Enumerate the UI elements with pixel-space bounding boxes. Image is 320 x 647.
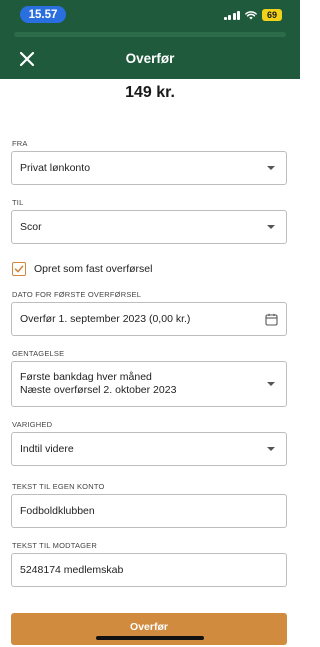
to-account-select[interactable]: Scor: [11, 210, 287, 244]
page-title: Overfør: [125, 51, 175, 66]
status-indicators: 69: [223, 8, 282, 22]
transfer-amount: 149 kr.: [125, 84, 175, 101]
next-transfer-note: Næste overførsel 2. oktober 2023: [20, 384, 177, 396]
duration-value: Indtil videre: [20, 443, 74, 455]
repetition-label: GENTAGELSE: [12, 349, 65, 358]
transfer-submit-button[interactable]: Overfør: [11, 613, 287, 645]
recipient-text-label: TEKST TIL MODTAGER: [12, 541, 98, 550]
recipient-text-input[interactable]: 5248174 medlemskab: [11, 553, 287, 587]
calendar-icon: [265, 313, 278, 326]
checkbox-checked-icon: [12, 262, 26, 276]
header-bar: 15.57 69 Overfør: [0, 0, 300, 79]
cellular-signal-icon: [223, 10, 240, 20]
sheet-handle: [14, 32, 286, 37]
recurring-transfer-checkbox[interactable]: Opret som fast overførsel: [12, 261, 152, 277]
chevron-down-icon: [267, 166, 275, 170]
wifi-icon: [245, 10, 257, 20]
to-label: TIL: [12, 198, 24, 207]
from-account-value: Privat lønkonto: [20, 162, 91, 174]
first-transfer-date-field[interactable]: Overfør 1. september 2023 (0,00 kr.): [11, 302, 287, 336]
recurring-transfer-label: Opret som fast overførsel: [34, 263, 153, 275]
transfer-submit-label: Overfør: [130, 621, 168, 633]
to-account-value: Scor: [20, 221, 42, 233]
home-indicator: [96, 636, 204, 640]
own-account-text-label: TEKST TIL EGEN KONTO: [12, 482, 105, 491]
first-transfer-date-value: Overfør 1. september 2023 (0,00 kr.): [20, 313, 191, 325]
battery-icon: 69: [262, 9, 282, 21]
own-account-text-value: Fodboldklubben: [20, 505, 95, 517]
from-account-select[interactable]: Privat lønkonto: [11, 151, 287, 185]
status-bar: 15.57 69: [0, 0, 300, 28]
duration-label: VARIGHED: [12, 420, 53, 429]
repetition-value: Første bankdag hver måned: [20, 371, 152, 383]
recipient-text-value: 5248174 medlemskab: [20, 564, 124, 576]
transfer-screen: 15.57 69 Overfør 149 kr. FRA Privat lønk…: [0, 0, 300, 647]
status-time: 15.57: [20, 6, 66, 23]
chevron-down-icon: [267, 225, 275, 229]
chevron-down-icon: [267, 382, 275, 386]
first-transfer-date-label: DATO FOR FØRSTE OVERFØRSEL: [12, 290, 142, 299]
repetition-select[interactable]: Første bankdag hver måned Næste overførs…: [11, 361, 287, 407]
own-account-text-input[interactable]: Fodboldklubben: [11, 494, 287, 528]
from-label: FRA: [12, 139, 28, 148]
duration-select[interactable]: Indtil videre: [11, 432, 287, 466]
chevron-down-icon: [267, 447, 275, 451]
